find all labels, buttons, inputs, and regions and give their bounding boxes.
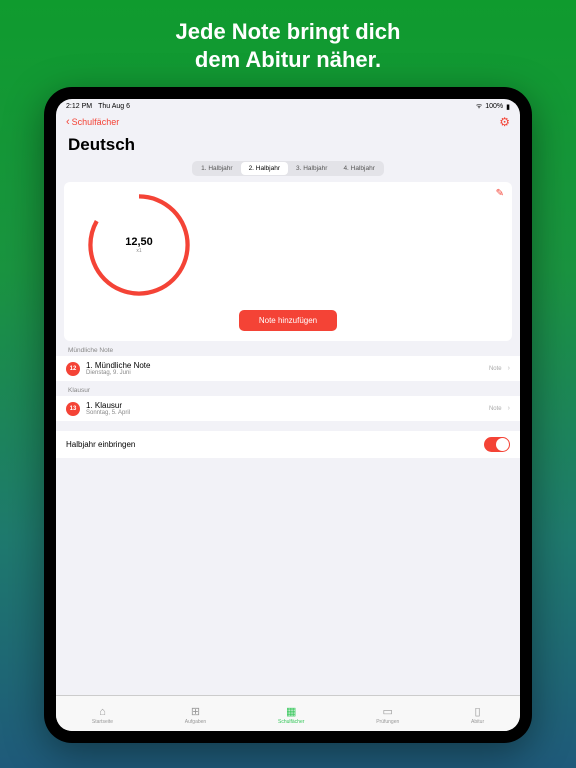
promo-line2: dem Abitur näher. bbox=[40, 46, 536, 74]
chevron-right-icon: › bbox=[508, 405, 510, 412]
edit-icon[interactable]: ✎ bbox=[496, 188, 504, 199]
tab-label: Startseite bbox=[92, 719, 113, 725]
note-info: 1. Mündliche NoteDienstag, 9. Juni bbox=[86, 361, 483, 376]
section-label: Klausur bbox=[56, 381, 520, 396]
tab-prüfungen[interactable]: ▭Prüfungen bbox=[376, 705, 399, 725]
note-info: 1. KlausurSonntag, 5. April bbox=[86, 401, 483, 416]
status-time: 2:12 PM bbox=[66, 103, 92, 110]
segment-control: 1. Halbjahr2. Halbjahr3. Halbjahr4. Halb… bbox=[192, 161, 384, 176]
toggle-label: Halbjahr einbringen bbox=[66, 440, 135, 449]
promo-line1: Jede Note bringt dich bbox=[40, 18, 536, 46]
chevron-left-icon: ‹ bbox=[66, 116, 70, 128]
device-frame: 2:12 PM Thu Aug 6 ᯤ 100% ▮ ‹ Schulfächer… bbox=[44, 87, 532, 743]
note-date: Sonntag, 5. April bbox=[86, 410, 483, 416]
tab-icon: ▦ bbox=[286, 705, 296, 718]
note-row[interactable]: 12 1. Mündliche NoteDienstag, 9. Juni Note… bbox=[56, 356, 520, 381]
tab-label: Prüfungen bbox=[376, 719, 399, 725]
tab-icon: ⊞ bbox=[191, 705, 200, 718]
segment-0[interactable]: 1. Halbjahr bbox=[193, 162, 240, 175]
segment-2[interactable]: 3. Halbjahr bbox=[288, 162, 335, 175]
tab-label: Abitur bbox=[471, 719, 484, 725]
tab-startseite[interactable]: ⌂Startseite bbox=[92, 706, 113, 725]
note-row[interactable]: 13 1. KlausurSonntag, 5. April Note › bbox=[56, 396, 520, 421]
chevron-right-icon: › bbox=[508, 365, 510, 372]
note-date: Dienstag, 9. Juni bbox=[86, 370, 483, 376]
back-label: Schulfächer bbox=[72, 117, 120, 127]
progress-ring: 12,50 x1 bbox=[84, 190, 194, 300]
tab-icon: ▯ bbox=[475, 705, 481, 718]
segment-3[interactable]: 4. Halbjahr bbox=[335, 162, 382, 175]
tab-aufgaben[interactable]: ⊞Aufgaben bbox=[185, 705, 206, 725]
ring-value: 12,50 bbox=[125, 236, 153, 248]
note-tag: Note bbox=[489, 366, 502, 372]
tab-abitur[interactable]: ▯Abitur bbox=[471, 705, 484, 725]
wifi-icon: ᯤ bbox=[476, 102, 482, 111]
tab-schulfächer[interactable]: ▦Schulfächer bbox=[278, 705, 304, 725]
ring-sub: x1 bbox=[125, 248, 153, 254]
tab-icon: ⌂ bbox=[99, 706, 106, 718]
note-badge: 12 bbox=[66, 362, 80, 376]
add-note-button[interactable]: Note hinzufügen bbox=[239, 310, 337, 331]
tab-label: Schulfächer bbox=[278, 719, 304, 725]
section-label: Mündliche Note bbox=[56, 341, 520, 356]
nav-bar: ‹ Schulfächer ⚙ bbox=[56, 111, 520, 133]
tab-icon: ▭ bbox=[383, 705, 393, 718]
note-tag: Note bbox=[489, 406, 502, 412]
toggle-switch[interactable] bbox=[484, 437, 510, 452]
note-title: 1. Klausur bbox=[86, 401, 483, 410]
battery-icon: ▮ bbox=[506, 103, 510, 111]
grade-chart-card: ✎ 12,50 x1 Note hinzufügen bbox=[64, 182, 512, 341]
note-title: 1. Mündliche Note bbox=[86, 361, 483, 370]
tab-label: Aufgaben bbox=[185, 719, 206, 725]
tab-bar: ⌂Startseite ⊞Aufgaben ▦Schulfächer ▭Prüfung… bbox=[56, 695, 520, 731]
battery-percent: 100% bbox=[485, 103, 503, 110]
page-title: Deutsch bbox=[56, 133, 520, 161]
back-button[interactable]: ‹ Schulfächer bbox=[66, 116, 119, 128]
promo-headline: Jede Note bringt dich dem Abitur näher. bbox=[0, 0, 576, 87]
toggle-row: Halbjahr einbringen bbox=[56, 431, 520, 458]
note-badge: 13 bbox=[66, 402, 80, 416]
status-bar: 2:12 PM Thu Aug 6 ᯤ 100% ▮ bbox=[56, 99, 520, 111]
segment-1[interactable]: 2. Halbjahr bbox=[241, 162, 288, 175]
status-date: Thu Aug 6 bbox=[98, 103, 130, 110]
gear-icon[interactable]: ⚙ bbox=[499, 115, 510, 129]
app-screen: 2:12 PM Thu Aug 6 ᯤ 100% ▮ ‹ Schulfächer… bbox=[56, 99, 520, 731]
